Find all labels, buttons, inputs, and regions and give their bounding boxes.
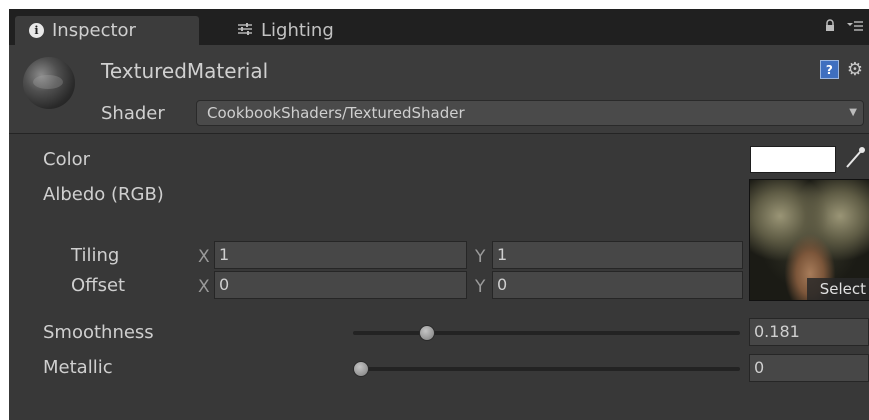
metallic-slider-thumb[interactable] bbox=[353, 361, 369, 377]
lighting-sliders-icon bbox=[237, 20, 253, 41]
offset-y-label: Y bbox=[475, 277, 486, 297]
tab-inspector-label: Inspector bbox=[52, 20, 136, 41]
metallic-slider-track[interactable] bbox=[353, 367, 740, 371]
offset-x-field[interactable]: 0 bbox=[214, 271, 467, 299]
tiling-x-field[interactable]: 1 bbox=[214, 241, 467, 269]
metallic-label: Metallic bbox=[43, 357, 113, 378]
shader-label: Shader bbox=[101, 103, 165, 124]
tab-controls bbox=[825, 19, 863, 36]
texture-select-button[interactable]: Select bbox=[807, 278, 869, 300]
lock-icon[interactable] bbox=[825, 19, 835, 36]
eyedropper-icon[interactable] bbox=[845, 145, 867, 174]
offset-label: Offset bbox=[71, 275, 126, 296]
metallic-value-field[interactable]: 0 bbox=[749, 354, 869, 382]
offset-x-label: X bbox=[198, 277, 210, 297]
offset-y-field[interactable]: 0 bbox=[492, 271, 743, 299]
albedo-texture-slot[interactable]: Select bbox=[749, 179, 869, 301]
smoothness-slider-track[interactable] bbox=[353, 331, 740, 335]
tab-inspector[interactable]: i Inspector bbox=[15, 16, 199, 45]
chevron-down-icon: ▼ bbox=[849, 107, 857, 118]
color-label: Color bbox=[43, 149, 90, 170]
inspector-window: i Inspector Lighting TexturedMaterial ? … bbox=[9, 9, 869, 420]
header-actions: ? ⚙ bbox=[819, 59, 863, 80]
gear-icon[interactable]: ⚙ bbox=[847, 59, 863, 80]
info-icon: i bbox=[29, 23, 44, 38]
help-icon[interactable]: ? bbox=[819, 60, 839, 79]
material-preview-thumbnail bbox=[23, 57, 75, 109]
tiling-y-field[interactable]: 1 bbox=[492, 241, 743, 269]
tiling-y-label: Y bbox=[475, 247, 486, 267]
tab-menu-icon[interactable] bbox=[847, 19, 863, 36]
material-name: TexturedMaterial bbox=[101, 59, 269, 83]
tiling-x-label: X bbox=[198, 247, 210, 267]
tiling-label: Tiling bbox=[71, 245, 120, 266]
tab-lighting[interactable]: Lighting bbox=[223, 16, 393, 45]
color-swatch[interactable] bbox=[750, 146, 836, 173]
smoothness-label: Smoothness bbox=[43, 322, 154, 343]
tab-bar: i Inspector Lighting bbox=[9, 9, 869, 45]
smoothness-slider-thumb[interactable] bbox=[419, 325, 435, 341]
shader-dropdown[interactable]: CookbookShaders/TexturedShader ▼ bbox=[196, 100, 864, 126]
tab-lighting-label: Lighting bbox=[261, 20, 334, 41]
shader-value: CookbookShaders/TexturedShader bbox=[207, 104, 465, 122]
material-header: TexturedMaterial ? ⚙ Shader CookbookShad… bbox=[9, 45, 869, 134]
albedo-label: Albedo (RGB) bbox=[43, 184, 164, 205]
smoothness-value-field[interactable]: 0.181 bbox=[749, 318, 869, 346]
